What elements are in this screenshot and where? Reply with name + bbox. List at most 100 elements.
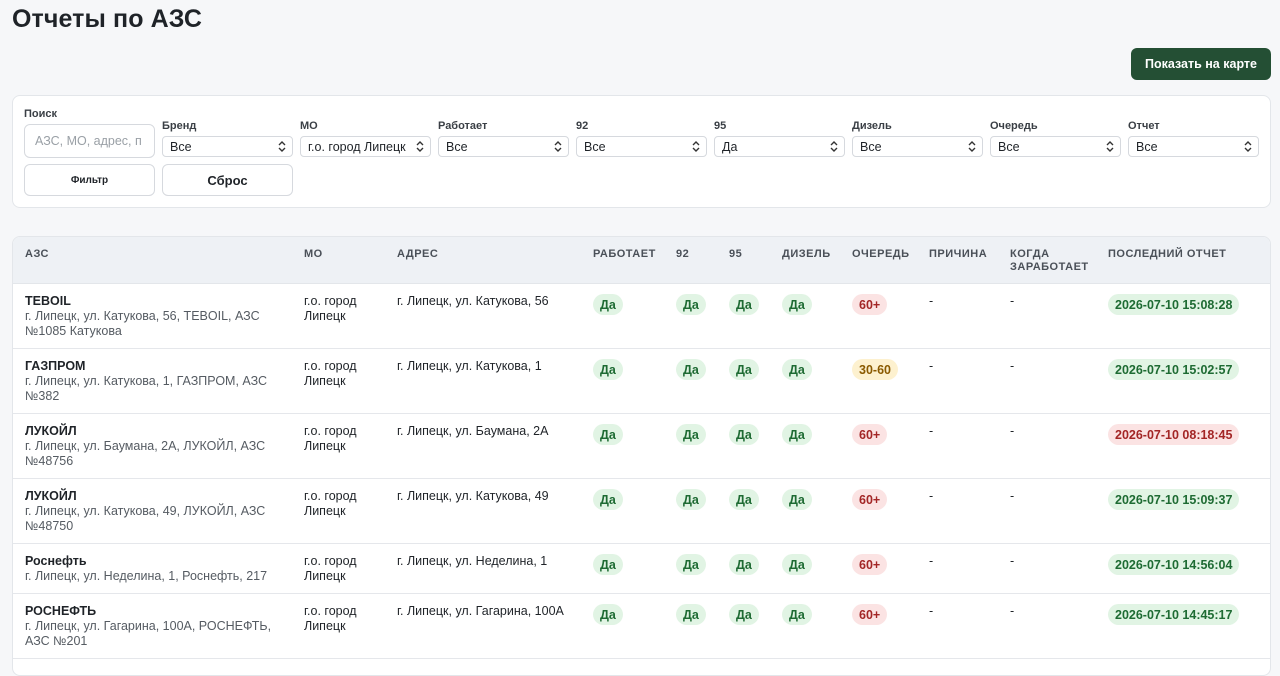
station-cell: ГАЗПРОМ г. Липецк, ул. Катукова, 1, ГАЗПР… bbox=[25, 359, 287, 404]
works-filter-value: Все bbox=[446, 139, 468, 154]
station-cell: Роснефть г. Липецк, ул. Неделина, 1, Росн… bbox=[25, 554, 287, 584]
fuel-92-badge: Да bbox=[676, 489, 706, 510]
station-details: г. Липецк, ул. Баумана, 2А, ЛУКОЙЛ, АЗС … bbox=[25, 439, 266, 468]
reason-cell: - bbox=[929, 359, 934, 373]
station-details: г. Липецк, ул. Катукова, 49, ЛУКОЙЛ, АЗС… bbox=[25, 504, 266, 533]
report-filter-value: Все bbox=[1136, 139, 1158, 154]
fuel-95-badge: Да bbox=[729, 359, 759, 380]
diesel-filter-select[interactable]: Все bbox=[852, 136, 983, 157]
queue-badge: 60+ bbox=[852, 489, 888, 510]
chevron-up-down-icon bbox=[829, 139, 839, 154]
reason-cell: - bbox=[929, 604, 934, 618]
table-row[interactable]: TEBOIL г. Липецк, ул. Катукова, 56, TEBOI… bbox=[13, 284, 1270, 349]
table-row[interactable]: РОСНЕФТЬ г. Липецк, ул. Гагарина, 100А, Р… bbox=[13, 594, 1270, 659]
mo-filter-value: г.о. город Липецк bbox=[308, 139, 406, 154]
station-details: г. Липецк, ул. Катукова, 56, TEBOIL, АЗС… bbox=[25, 309, 260, 338]
search-input[interactable] bbox=[24, 124, 155, 158]
mo-filter-select[interactable]: г.о. город Липецк bbox=[300, 136, 431, 157]
diesel-badge: Да bbox=[782, 294, 812, 315]
chevron-up-down-icon bbox=[1243, 139, 1253, 154]
when-works-cell: - bbox=[1010, 294, 1015, 308]
chevron-up-down-icon bbox=[415, 139, 425, 154]
table-row[interactable]: ГАЗПРОМ г. Липецк, ул. Катукова, 1, ГАЗПР… bbox=[13, 349, 1270, 414]
mo-cell: г.о. город Липецк bbox=[304, 604, 357, 633]
station-cell: ЛУКОЙЛ г. Липецк, ул. Катукова, 49, ЛУКОЙ… bbox=[25, 489, 287, 534]
brand-filter-select[interactable]: Все bbox=[162, 136, 293, 157]
fuel-95-badge: Да bbox=[729, 489, 759, 510]
column-header-92: 92 bbox=[676, 248, 690, 260]
last-report-badge: 2026-07-10 15:08:28 bbox=[1108, 294, 1240, 315]
reason-cell: - bbox=[929, 489, 934, 503]
fuel-92-filter-select[interactable]: Все bbox=[576, 136, 707, 157]
fuel-92-badge: Да bbox=[676, 604, 706, 625]
works-filter-select[interactable]: Все bbox=[438, 136, 569, 157]
queue-badge: 60+ bbox=[852, 424, 888, 445]
table-row[interactable]: ЛУКОЙЛ г. Липецк, ул. Катукова, 49, ЛУКОЙ… bbox=[13, 479, 1270, 544]
column-header-diesel: ДИЗЕЛЬ bbox=[782, 248, 831, 260]
queue-badge: 60+ bbox=[852, 604, 888, 625]
brand-filter-value: Все bbox=[170, 139, 192, 154]
fuel-95-filter-label: 95 bbox=[714, 120, 727, 132]
station-name: ГАЗПРОМ bbox=[25, 359, 86, 373]
fuel-92-badge: Да bbox=[676, 294, 706, 315]
address-cell: г. Липецк, ул. Неделина, 1 bbox=[397, 554, 548, 568]
diesel-filter-label: Дизель bbox=[852, 120, 892, 132]
report-filter-select[interactable]: Все bbox=[1128, 136, 1259, 157]
works-badge: Да bbox=[593, 359, 623, 380]
address-cell: г. Липецк, ул. Катукова, 1 bbox=[397, 359, 542, 373]
station-details: г. Липецк, ул. Гагарина, 100А, РОСНЕФТЬ,… bbox=[25, 619, 272, 648]
filter-button[interactable]: Фильтр bbox=[24, 164, 155, 196]
reset-button[interactable]: Сброс bbox=[162, 164, 293, 196]
last-report-badge: 2026-07-10 15:02:57 bbox=[1108, 359, 1240, 380]
chevron-up-down-icon bbox=[967, 139, 977, 154]
table-row[interactable]: ЛУКОЙЛ г. Липецк, ул. Баумана, 2А, ЛУКОЙЛ… bbox=[13, 414, 1270, 479]
fuel-92-badge: Да bbox=[676, 424, 706, 445]
station-name: РОСНЕФТЬ bbox=[25, 604, 97, 618]
chevron-up-down-icon bbox=[1105, 139, 1115, 154]
column-header-address: АДРЕС bbox=[397, 248, 439, 260]
when-works-cell: - bbox=[1010, 554, 1015, 568]
works-badge: Да bbox=[593, 489, 623, 510]
fuel-92-filter-value: Все bbox=[584, 139, 606, 154]
column-header-95: 95 bbox=[729, 248, 743, 260]
column-header-reason: ПРИЧИНА bbox=[929, 248, 988, 260]
fuel-95-badge: Да bbox=[729, 554, 759, 575]
fuel-95-badge: Да bbox=[729, 604, 759, 625]
diesel-filter-value: Все bbox=[860, 139, 882, 154]
diesel-badge: Да bbox=[782, 424, 812, 445]
when-works-cell: - bbox=[1010, 489, 1015, 503]
queue-filter-select[interactable]: Все bbox=[990, 136, 1121, 157]
address-cell: г. Липецк, ул. Катукова, 49 bbox=[397, 489, 549, 503]
search-label: Поиск bbox=[24, 108, 58, 120]
works-badge: Да bbox=[593, 554, 623, 575]
column-header-when-works: КОГДА ЗАРАБОТАЕТ bbox=[1010, 248, 1089, 273]
fuel-95-filter-select[interactable]: Да bbox=[714, 136, 845, 157]
table-row[interactable]: Роснефть г. Липецк, ул. Неделина, 1, Росн… bbox=[13, 544, 1270, 594]
diesel-badge: Да bbox=[782, 554, 812, 575]
queue-badge: 30-60 bbox=[852, 359, 898, 380]
works-filter-label: Работает bbox=[438, 120, 488, 132]
mo-cell: г.о. город Липецк bbox=[304, 424, 357, 453]
queue-badge: 60+ bbox=[852, 554, 888, 575]
column-header-works: РАБОТАЕТ bbox=[593, 248, 656, 260]
diesel-badge: Да bbox=[782, 604, 812, 625]
station-cell: ЛУКОЙЛ г. Липецк, ул. Баумана, 2А, ЛУКОЙЛ… bbox=[25, 424, 287, 469]
diesel-badge: Да bbox=[782, 359, 812, 380]
queue-filter-label: Очередь bbox=[990, 120, 1038, 132]
show-on-map-button[interactable]: Показать на карте bbox=[1131, 48, 1271, 80]
queue-filter-value: Все bbox=[998, 139, 1020, 154]
station-name: ЛУКОЙЛ bbox=[25, 489, 77, 503]
mo-cell: г.о. город Липецк bbox=[304, 489, 357, 518]
table-header: АЗС МО АДРЕС РАБОТАЕТ 92 95 ДИЗЕЛЬ ОЧЕРЕДЬ ПРИЧИ… bbox=[13, 237, 1270, 284]
fuel-95-badge: Да bbox=[729, 424, 759, 445]
works-badge: Да bbox=[593, 604, 623, 625]
station-cell: РОСНЕФТЬ г. Липецк, ул. Гагарина, 100А, Р… bbox=[25, 604, 287, 649]
works-badge: Да bbox=[593, 294, 623, 315]
reason-cell: - bbox=[929, 554, 934, 568]
mo-cell: г.о. город Липецк bbox=[304, 294, 357, 323]
stations-table: АЗС МО АДРЕС РАБОТАЕТ 92 95 ДИЗЕЛЬ ОЧЕРЕДЬ ПРИЧИ… bbox=[12, 236, 1271, 676]
last-report-badge: 2026-07-10 15:09:37 bbox=[1108, 489, 1240, 510]
report-filter-label: Отчет bbox=[1128, 120, 1160, 132]
when-works-cell: - bbox=[1010, 424, 1015, 438]
mo-cell: г.о. город Липецк bbox=[304, 554, 357, 583]
